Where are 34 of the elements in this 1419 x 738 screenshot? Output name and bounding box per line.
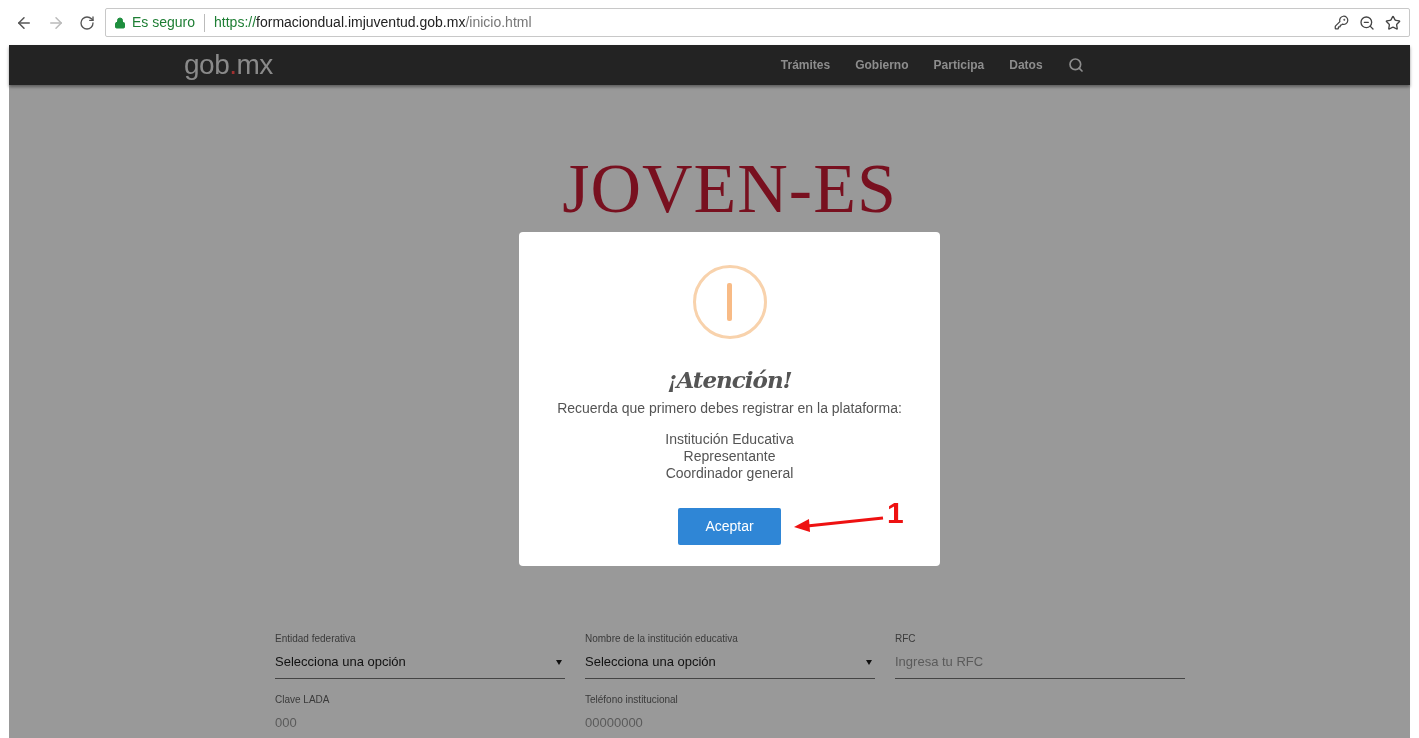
field-label: Teléfono institucional bbox=[585, 693, 679, 707]
secure-label: Es seguro bbox=[132, 13, 196, 32]
input-field[interactable]: 000 bbox=[275, 715, 565, 738]
address-bar[interactable]: Es seguro https://formaciondual.imjuventud.gob.mx/inicio.html bbox=[105, 8, 1410, 37]
bookmark-star-icon[interactable] bbox=[1385, 14, 1401, 31]
input-field[interactable]: Ingresa tu RFC bbox=[895, 654, 1185, 679]
select-field[interactable]: Selecciona una opción bbox=[275, 654, 565, 679]
input-field[interactable]: 00000000 bbox=[585, 715, 875, 738]
nav-link[interactable]: Gobierno bbox=[855, 56, 909, 74]
gob-mx-logo[interactable]: gob.mx bbox=[184, 50, 273, 80]
dialog-list-item: Coordinador general bbox=[665, 465, 794, 482]
field-label: Nombre de la institución educativa bbox=[585, 632, 739, 646]
field-label: Entidad federativa bbox=[275, 632, 357, 646]
url-text: https://formaciondual.imjuventud.gob.mx/inicio.html bbox=[214, 13, 532, 32]
search-icon[interactable] bbox=[1067, 57, 1084, 73]
nav-link[interactable]: Participa bbox=[933, 56, 985, 74]
dialog-title: ¡Atención! bbox=[667, 365, 792, 395]
select-field[interactable]: Selecciona una opción bbox=[585, 654, 875, 679]
dialog-message: Recuerda que primero debes registrar en la plataforma: bbox=[557, 399, 902, 417]
field-label: Clave LADA bbox=[275, 693, 331, 707]
annotation-number: 1 bbox=[887, 496, 904, 530]
nav-link[interactable]: Trámites bbox=[780, 56, 831, 74]
dropdown-caret-icon bbox=[866, 659, 872, 665]
dialog-list-item: Institución Educativa bbox=[665, 431, 794, 448]
reload-icon[interactable] bbox=[79, 14, 95, 31]
dropdown-caret-icon bbox=[556, 659, 562, 665]
dialog-list-item: Representante bbox=[683, 448, 776, 465]
hero-title: JOVEN-ES bbox=[562, 151, 897, 227]
accept-button[interactable]: Aceptar bbox=[678, 508, 781, 545]
zoom-out-icon[interactable] bbox=[1359, 14, 1375, 31]
key-icon[interactable] bbox=[1334, 15, 1349, 30]
field-label: RFC bbox=[895, 632, 917, 646]
nav-link[interactable]: Datos bbox=[1009, 56, 1043, 74]
warning-icon bbox=[692, 265, 767, 339]
